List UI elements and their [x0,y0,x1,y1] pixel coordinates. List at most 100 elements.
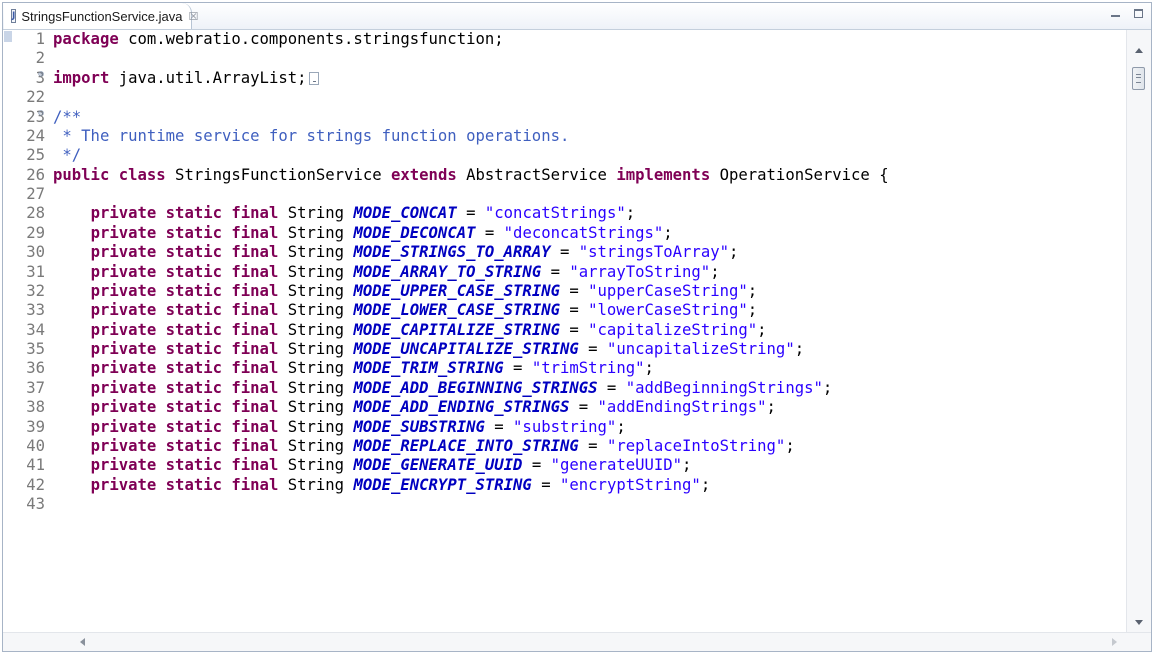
line-number: 3 [35,68,45,87]
keyword: private static final [90,262,279,281]
code-line[interactable]: 24 * The runtime service for strings fun… [15,127,1127,146]
code-line[interactable]: 43 [15,495,1127,514]
string-literal: "replaceIntoString" [606,436,786,455]
code-line[interactable]: 31 private static final String MODE_ARRA… [15,263,1127,282]
comment: /** [53,107,82,126]
scroll-down-icon[interactable] [1135,620,1143,625]
code-line[interactable]: 30 private static final String MODE_STRI… [15,243,1127,262]
code-text: = [559,301,589,320]
code-line[interactable]: 3 ⊕ import java.util.ArrayList; [15,69,1127,88]
code-line[interactable]: 41 private static final String MODE_GENE… [15,456,1127,475]
code-line[interactable]: 36 private static final String MODE_TRIM… [15,359,1127,378]
code-line[interactable]: 28 private static final String MODE_CONC… [15,204,1127,223]
vertical-scroll-thumb[interactable] [1132,67,1145,90]
code-text: = [475,223,504,242]
keyword: private static final [90,243,279,262]
code-text: String [278,301,354,320]
code-text: AbstractService [456,165,617,184]
code-line[interactable]: 37 private static final String MODE_ADD_… [15,379,1127,398]
field-name: MODE_CONCAT [353,204,457,223]
code-text: String [278,320,354,339]
line-number: 36 [26,359,45,378]
keyword: private static final [90,320,279,339]
line-number: 26 [26,165,45,184]
keyword: private static final [90,340,279,358]
string-literal: "upperCaseString" [588,281,748,300]
string-literal: "trimString" [531,359,645,378]
code-text: = [550,243,579,262]
code-text: String [278,281,354,300]
window-controls [1109,7,1145,20]
code-text: String [278,359,354,378]
code-line[interactable]: 26 public class StringsFunctionService ex… [15,166,1127,185]
keyword: private static final [90,223,279,242]
field-name: MODE_UNCAPITALIZE_STRING [353,340,579,358]
code-line[interactable]: 27 [15,185,1127,204]
string-literal: "lowerCaseString" [588,301,748,320]
string-literal: "concatStrings" [484,204,626,223]
line-number: 40 [26,436,45,455]
minimize-icon[interactable] [1109,7,1122,20]
code-text: ; [747,301,758,320]
code-text: String [278,475,354,494]
code-text: StringsFunctionService [165,165,391,184]
line-number: 24 [26,126,45,145]
code-line[interactable]: 34 private static final String MODE_CAPI… [15,321,1127,340]
line-number: 37 [26,378,45,397]
string-literal: "substring" [513,417,617,436]
code-text: String [278,436,354,455]
code-line[interactable]: 33 private static final String MODE_LOWE… [15,301,1127,320]
code-text: String [278,456,354,475]
keyword: import [53,68,110,87]
horizontal-scrollbar[interactable] [3,632,1151,651]
field-name: MODE_DECONCAT [353,223,476,242]
vertical-scrollbar[interactable] [1126,30,1151,633]
close-icon[interactable]: ☒ [189,10,199,23]
code-line[interactable]: 22 [15,88,1127,107]
keyword: package [53,30,119,48]
code-line[interactable]: 23 ⊖ /** [15,108,1127,127]
collapsed-region-icon[interactable] [308,71,319,85]
code-line[interactable]: 35 private static final String MODE_UNCA… [15,340,1127,359]
line-number: 27 [26,185,45,203]
code-line[interactable]: 25 */ [15,146,1127,165]
comment: * The runtime service for strings functi… [53,126,570,145]
code-text: ; [794,340,805,358]
scroll-right-icon[interactable] [1112,638,1117,646]
keyword: private static final [90,378,279,397]
scroll-left-icon[interactable] [80,638,85,646]
keyword: private static final [90,359,279,378]
code-line[interactable]: 2 [15,49,1127,68]
code-editor[interactable]: 1 package com.webratio.components.strings… [15,30,1127,633]
keyword: private static final [90,456,279,475]
scroll-up-icon[interactable] [1135,48,1143,53]
code-line[interactable]: 32 private static final String MODE_UPPE… [15,282,1127,301]
code-text: ; [682,456,692,475]
code-text: = [569,398,598,417]
field-name: MODE_ADD_BEGINNING_STRINGS [353,378,598,397]
code-line[interactable]: 38 private static final String MODE_ADD_… [15,398,1127,417]
overview-ruler [3,30,15,633]
code-line[interactable]: 40 private static final String MODE_REPL… [15,437,1127,456]
code-text: = [559,320,589,339]
code-text: ; [766,398,776,417]
field-name: MODE_ENCRYPT_STRING [353,475,532,494]
code-text: ; [616,417,626,436]
code-line[interactable]: 42 private static final String MODE_ENCR… [15,476,1127,495]
code-line[interactable]: 39 private static final String MODE_SUBS… [15,418,1127,437]
code-text: java.util.ArrayList; [109,68,307,87]
code-line[interactable]: 29 private static final String MODE_DECO… [15,224,1127,243]
maximize-icon[interactable] [1132,7,1145,20]
expand-fold-icon[interactable]: ⊕ [38,69,44,80]
field-name: MODE_ARRAY_TO_STRING [353,262,542,281]
collapse-fold-icon[interactable]: ⊖ [38,108,44,119]
string-literal: "deconcatStrings" [503,223,664,242]
tab-strings-function-service[interactable]: J StringsFunctionService.java ☒ [4,3,198,29]
code-line[interactable]: 1 package com.webratio.components.strings… [15,30,1127,49]
